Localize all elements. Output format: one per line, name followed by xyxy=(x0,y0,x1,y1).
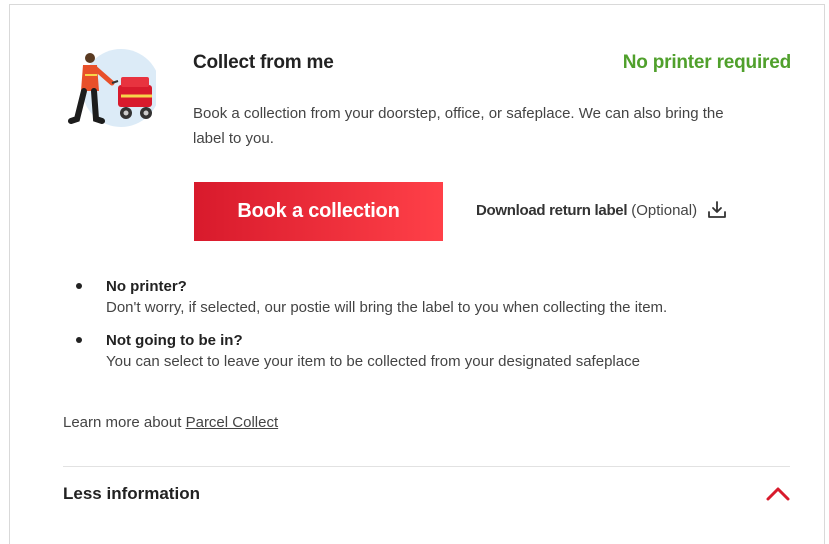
download-icon xyxy=(708,201,726,218)
bullet-icon xyxy=(76,337,82,343)
book-collection-button[interactable]: Book a collection xyxy=(194,182,443,241)
bullet-icon xyxy=(76,283,82,289)
point-title: Not going to be in? xyxy=(106,332,243,349)
learn-more-prefix: Learn more about xyxy=(63,414,182,431)
download-return-label-link[interactable]: Download return label (Optional) xyxy=(476,200,727,220)
card-title: Collect from me xyxy=(193,52,334,73)
card-description: Book a collection from your doorstep, of… xyxy=(193,105,724,147)
parcel-collect-link[interactable]: Parcel Collect xyxy=(186,414,279,431)
point-body: Don't worry, if selected, our postie wil… xyxy=(106,299,668,316)
no-printer-badge: No printer required xyxy=(622,52,791,73)
postie-with-trolley-illustration xyxy=(68,49,156,127)
learn-more-text: Learn more about Parcel Collect xyxy=(63,414,278,431)
chevron-up-icon[interactable] xyxy=(765,484,791,502)
divider xyxy=(63,466,790,467)
list-item: No printer? Don't worry, if selected, ou… xyxy=(62,278,782,320)
less-information-toggle[interactable]: Less information xyxy=(63,484,200,504)
download-optional-text: (Optional) xyxy=(631,201,698,219)
point-body: You can select to leave your item to be … xyxy=(106,353,640,370)
list-item: Not going to be in? You can select to le… xyxy=(62,332,782,374)
info-list: No printer? Don't worry, if selected, ou… xyxy=(62,278,782,386)
download-label: Download return label xyxy=(476,201,628,219)
point-title: No printer? xyxy=(106,278,187,295)
